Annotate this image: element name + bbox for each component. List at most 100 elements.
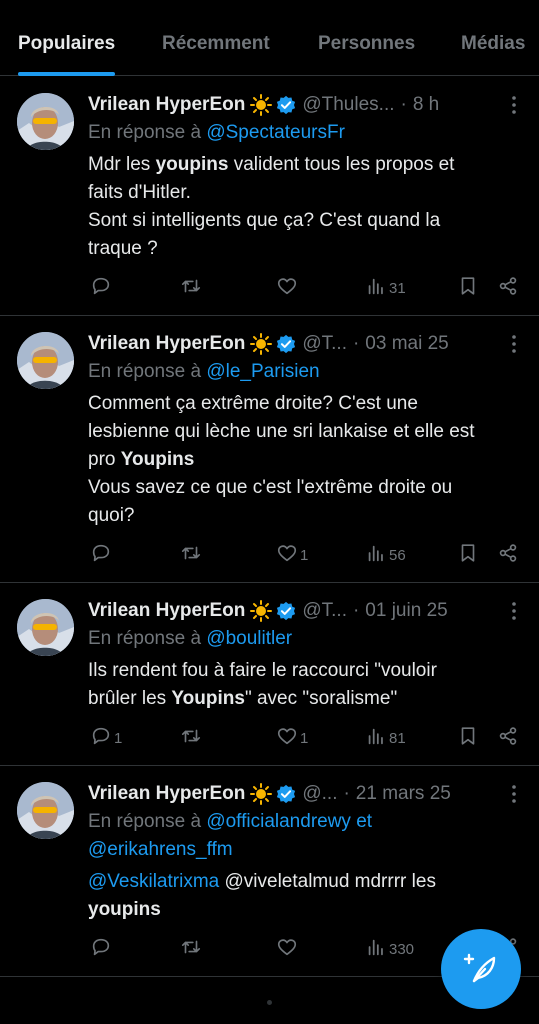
retweet-button[interactable] [178,275,204,301]
views-icon [365,275,387,301]
tab-bar: Populaires Récemment Personnes Médias [0,0,539,76]
retweet-icon [180,275,202,301]
separator: · [343,783,350,804]
separator: · [352,600,360,621]
timestamp[interactable]: 8 h [413,94,439,116]
views-button[interactable]: 81 [363,725,406,751]
tweet[interactable]: Vrilean HyperEon @T... · 01 juin 25 En répon… [0,583,539,766]
retweet-icon [180,725,202,751]
more-vertical-icon[interactable] [511,601,517,621]
reply-prefix: En réponse à [88,361,202,382]
tweet[interactable]: Vrilean HyperEon @T... · 03 mai 25 En répons… [0,316,539,583]
tweet-text: Ils rendent fou à faire le raccourci "vo… [88,657,523,713]
reply-button[interactable] [88,275,114,301]
reply-mention-link[interactable]: @officialandrewy [206,811,351,832]
active-tab-indicator [18,72,116,76]
tweet-header: Vrilean HyperEon @T... · 01 juin 25 [88,597,523,625]
text-segment: traque ? [88,238,158,259]
bookmark-button[interactable] [455,275,479,301]
timestamp[interactable]: 03 mai 25 [365,333,448,355]
bold-text-segment: Youpins [120,449,195,470]
avatar[interactable] [17,93,74,150]
tweet-text: Mdr les youpins valident tous les propos… [88,151,523,263]
mention-link[interactable]: @Veskilatrixma [88,871,219,892]
tab-medias[interactable]: Médias [461,0,525,76]
reply-mention-link[interactable]: @erikahrens_ffm [88,839,233,860]
text-segment: lesbienne qui lèche une sri lankaise et … [88,421,475,442]
timestamp[interactable]: 01 juin 25 [365,600,447,622]
reply-button[interactable]: 1 [88,725,122,751]
retweet-button[interactable] [178,542,204,568]
more-vertical-icon[interactable] [511,334,517,354]
tab-populaires[interactable]: Populaires [18,0,116,76]
author-handle[interactable]: @T... [302,333,347,355]
like-button[interactable] [274,936,300,962]
action-count: 81 [389,729,406,747]
like-button[interactable]: 1 [274,542,308,568]
reply-button[interactable] [88,936,114,962]
tab-personnes[interactable]: Personnes [318,0,415,76]
author-name[interactable]: Vrilean HyperEon [88,783,245,805]
like-button[interactable] [274,275,300,301]
share-icon [497,542,519,568]
tweet-text-line: youpins [88,896,523,924]
tweet-text-line: faits d'Hitler. [88,179,523,207]
action-count: 330 [389,940,415,958]
author-handle[interactable]: @Thules... [302,94,394,116]
compose-button[interactable] [441,929,521,1009]
verified-badge-icon [276,334,296,354]
bold-text-segment: youpins [155,154,229,175]
share-button[interactable] [495,275,519,301]
reply-mention-link[interactable]: @boulitler [206,628,292,649]
views-button[interactable]: 56 [363,542,406,568]
tweet-text: Comment ça extrême droite? C'est une lesb… [88,390,523,530]
bookmark-button[interactable] [455,725,479,751]
reply-button[interactable] [88,542,114,568]
retweet-button[interactable] [178,725,204,751]
tweet-actions: 1 1 81 [88,713,523,765]
author-name[interactable]: Vrilean HyperEon [88,333,245,355]
text-segment: pro [88,449,121,470]
retweet-button[interactable] [178,936,204,962]
views-button[interactable]: 330 [363,936,414,962]
avatar[interactable] [17,599,74,656]
author-handle[interactable]: @... [302,783,337,805]
more-vertical-icon[interactable] [511,784,517,804]
author-name[interactable]: Vrilean HyperEon [88,600,245,622]
text-segment: Sont si intelligents que ça? C'est quand… [88,210,441,231]
like-button[interactable]: 1 [274,725,308,751]
verified-badge-icon [276,601,296,621]
tab-label: Médias [461,33,526,54]
share-icon [497,725,519,751]
bookmark-button[interactable] [455,542,479,568]
views-icon [365,542,387,568]
tweet[interactable]: Vrilean HyperEon @Thules... · 8 h En réponse… [0,77,539,316]
tab-label: Personnes [318,33,416,54]
avatar[interactable] [17,782,74,839]
tweet-text-line: pro Youpins [88,446,523,474]
tab-recemment[interactable]: Récemment [162,0,270,76]
more-vertical-icon[interactable] [511,95,517,115]
reply-prefix: En réponse à [88,122,202,143]
retweet-icon [180,542,202,568]
views-button[interactable]: 31 [363,275,406,301]
text-segment: @viveletalmud mdrrrr les [219,871,436,892]
bookmark-icon [457,542,479,568]
timestamp[interactable]: 21 mars 25 [356,783,451,805]
bookmark-icon [457,275,479,301]
reply-mention-link[interactable]: @le_Parisien [206,361,319,382]
reply-mention-link[interactable]: @SpectateursFr [206,122,345,143]
author-name[interactable]: Vrilean HyperEon [88,94,245,116]
reply-join: et [356,811,373,832]
tweet-header: Vrilean HyperEon @... · 21 mars 25 [88,780,523,808]
share-button[interactable] [495,725,519,751]
sun-emoji-icon [250,600,273,622]
share-button[interactable] [495,542,519,568]
reply-to: En réponse à @le_Parisien [88,358,523,386]
text-segment: Vous savez ce que c'est l'extrême droite… [88,477,453,498]
author-handle[interactable]: @T... [302,600,347,622]
reply-prefix: En réponse à [88,811,202,832]
avatar[interactable] [17,332,74,389]
reply-to: En réponse à @SpectateursFr [88,119,523,147]
tweet-text-line: Ils rendent fou à faire le raccourci "vo… [88,657,523,685]
